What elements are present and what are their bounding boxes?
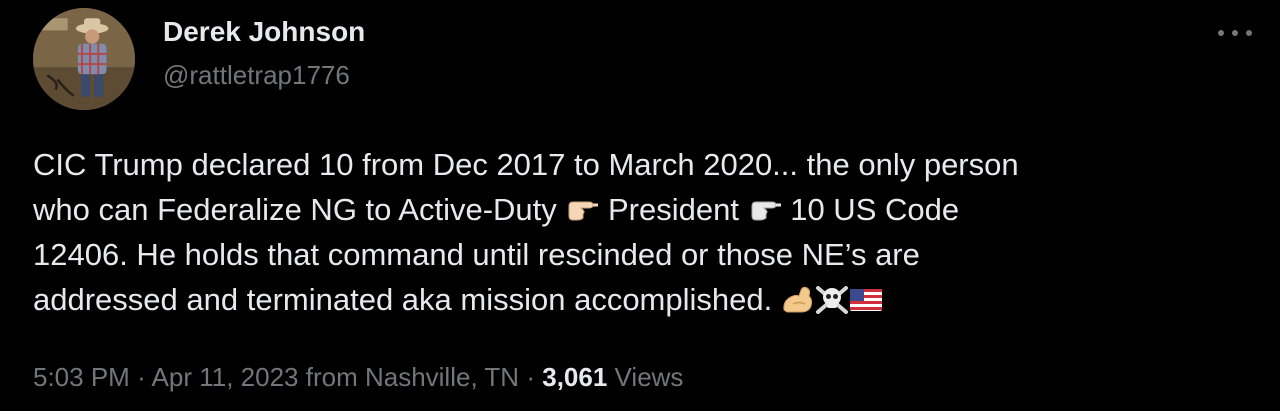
tweet-date[interactable]: Apr 11, 2023 [152,362,299,392]
tweet-text: CIC Trump declared 10 from Dec 2017 to M… [33,142,1248,322]
tweet-text-segment: addressed and terminated aka mission acc… [33,282,781,317]
more-dot [1232,30,1238,36]
tweet-text-line: 12406. He holds that command until resci… [33,237,920,272]
tweet-time[interactable]: 5:03 PM [33,362,130,392]
more-horizontal-icon [1218,30,1224,36]
skull-and-crossbones-emoji [815,284,849,316]
meta-separator: · [526,362,535,392]
more-button[interactable] [1218,20,1252,46]
tweet-text-line: addressed and terminated aka mission acc… [33,277,1248,322]
tweet-text-segment: President [599,192,748,227]
flexed-biceps-emoji [781,284,815,316]
views-count[interactable]: 3,061 [542,362,607,392]
tweet-meta: 5:03 PM · Apr 11, 2023 from Nashville, T… [33,362,683,393]
avatar[interactable] [33,8,135,110]
tweet-text-segment: who can Federalize NG to Active-Duty [33,192,566,227]
author-name[interactable]: Derek Johnson [163,16,365,48]
meta-separator: · [137,362,146,392]
author-handle[interactable]: @rattletrap1776 [163,60,350,91]
tweet-location: from Nashville, TN [305,362,520,392]
profile-photo-cowboy-avatar [33,8,135,110]
more-dot [1246,30,1252,36]
tweet: Derek Johnson @rattletrap1776 CIC Trump … [0,0,1280,411]
tweet-text-line: who can Federalize NG to Active-Duty Pre… [33,187,1248,232]
backhand-index-pointing-right-emoji [748,194,782,226]
backhand-index-pointing-right-emoji [565,194,599,226]
views-label[interactable]: Views [615,362,684,392]
tweet-text-segment: 10 US Code [781,192,960,227]
us-flag-emoji [849,284,883,316]
tweet-text-line: CIC Trump declared 10 from Dec 2017 to M… [33,147,1019,182]
